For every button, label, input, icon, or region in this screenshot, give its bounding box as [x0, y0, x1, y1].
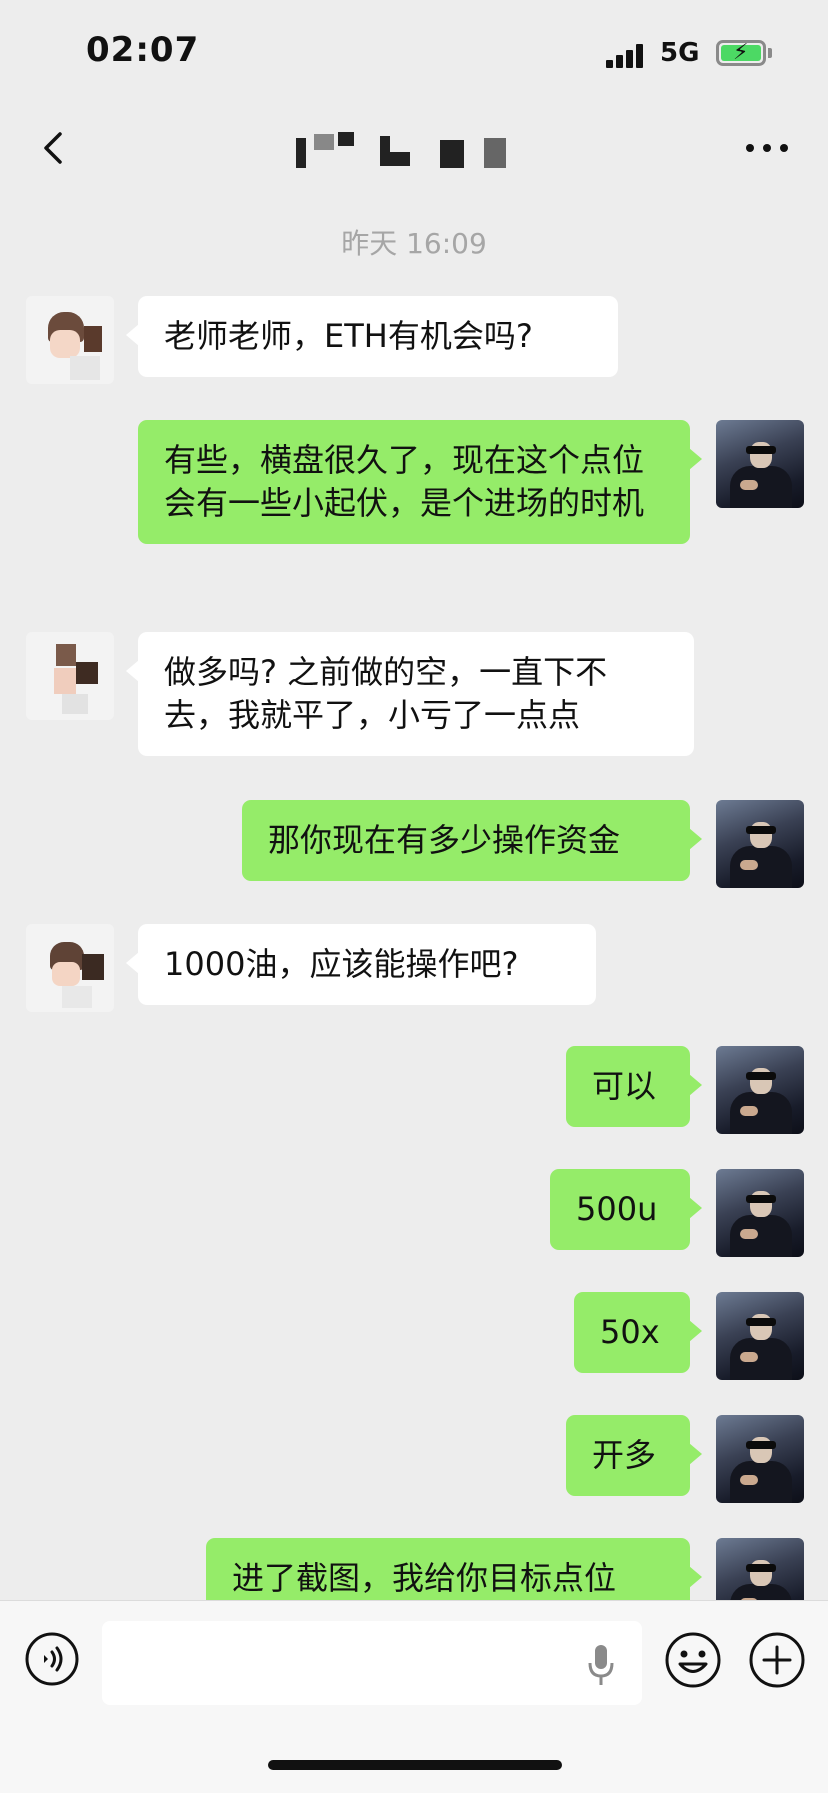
user-avatar[interactable] — [716, 800, 804, 888]
back-icon[interactable] — [34, 128, 74, 168]
battery-cap — [768, 48, 772, 58]
battery-charging-icon: ⚡ — [716, 40, 766, 66]
message-bubble-sent[interactable]: 开多 — [566, 1415, 702, 1496]
message-bubble-received[interactable]: 做多吗? 之前做的空，一直下不去，我就平了，小亏了一点点 — [126, 632, 694, 756]
message-bubble-sent[interactable]: 500u — [550, 1169, 702, 1250]
user-avatar[interactable] — [716, 1292, 804, 1380]
contact-avatar[interactable] — [26, 924, 114, 1012]
plus-icon[interactable] — [748, 1631, 806, 1689]
user-avatar[interactable] — [716, 1415, 804, 1503]
voice-icon[interactable] — [24, 1631, 80, 1687]
microphone-icon[interactable] — [586, 1643, 616, 1687]
message-bubble-sent[interactable]: 有些，横盘很久了，现在这个点位会有一些小起伏，是个进场的时机 — [138, 420, 702, 544]
message-input[interactable] — [102, 1621, 642, 1705]
message-bubble-received[interactable]: 1000油，应该能操作吧? — [126, 924, 596, 1005]
status-time: 02:07 — [86, 30, 200, 70]
contact-avatar[interactable] — [26, 632, 114, 720]
signal-icon — [606, 44, 646, 68]
message-bubble-received[interactable]: 老师老师，ETH有机会吗? — [126, 296, 618, 377]
message-bubble-sent[interactable]: 那你现在有多少操作资金 — [242, 800, 702, 881]
user-avatar[interactable] — [716, 420, 804, 508]
user-avatar[interactable] — [716, 1169, 804, 1257]
network-type: 5G — [660, 38, 700, 68]
more-icon[interactable] — [746, 144, 790, 154]
home-indicator[interactable] — [268, 1760, 562, 1770]
message-bubble-sent[interactable]: 50x — [574, 1292, 702, 1373]
chat-title-redacted — [288, 130, 538, 170]
message-bubble-sent[interactable]: 可以 — [566, 1046, 702, 1127]
contact-avatar[interactable] — [26, 296, 114, 384]
status-bar: 02:07 5G ⚡ — [0, 0, 828, 100]
chat-timestamp: 昨天 16:09 — [341, 227, 487, 260]
emoji-icon[interactable] — [664, 1631, 722, 1689]
user-avatar[interactable] — [716, 1046, 804, 1134]
chat-header — [0, 100, 828, 196]
